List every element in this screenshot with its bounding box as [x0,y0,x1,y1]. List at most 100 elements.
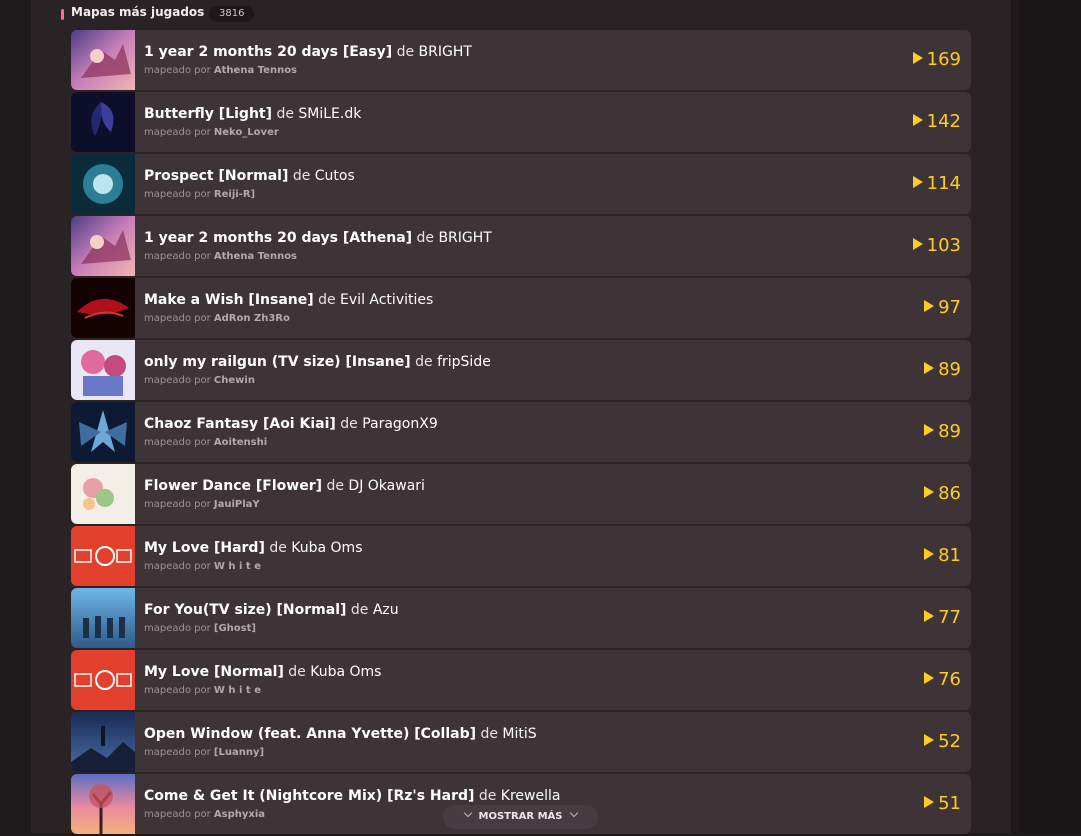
play-count-value: 52 [938,731,961,752]
beatmap-cover-image[interactable] [71,774,135,834]
beatmap-title[interactable]: My Love [Normal] [144,664,284,680]
beatmap-mapper-line: mapeado por W h i t e [144,561,261,572]
play-count-value: 76 [938,669,961,690]
mapper-prefix: mapeado por [144,189,211,200]
beatmap-cover-image[interactable] [71,712,135,772]
beatmap-mapper-line: mapeado por JauiPlaY [144,499,260,510]
artist-separator: de [478,788,497,804]
beatmap-artist: fripSide [437,354,491,370]
artist-separator: de [276,106,294,122]
beatmap-cover-image[interactable] [71,464,135,524]
beatmap-title-line[interactable]: Chaoz Fantasy [Aoi Kiai] de ParagonX9 [144,416,438,432]
beatmap-row[interactable]: 1 year 2 months 20 days [Athena] de BRIG… [71,216,971,276]
mapper-name[interactable]: Neko_Lover [214,127,279,138]
play-icon [912,52,923,64]
beatmap-title[interactable]: Butterfly [Light] [144,106,272,122]
beatmap-cover-image[interactable] [71,650,135,710]
beatmap-cover-image[interactable] [71,154,135,214]
beatmap-row[interactable]: only my railgun (TV size) [Insane] de fr… [71,340,971,400]
beatmap-row[interactable]: Make a Wish [Insane] de Evil Activities … [71,278,971,338]
beatmap-row[interactable]: Prospect [Normal] de Cutos mapeado por R… [71,154,971,214]
mapper-prefix: mapeado por [144,127,211,138]
artist-separator: de [288,664,306,680]
beatmap-cover-image[interactable] [71,402,135,462]
beatmap-title[interactable]: Chaoz Fantasy [Aoi Kiai] [144,416,336,432]
beatmap-title[interactable]: My Love [Hard] [144,540,265,556]
play-count-value: 77 [938,607,961,628]
play-count: 89 [924,359,961,381]
beatmap-mapper-line: mapeado por Aoitenshi [144,437,267,448]
beatmap-row[interactable]: Butterfly [Light] de SMiLE.dk mapeado po… [71,92,971,152]
beatmap-row[interactable]: My Love [Normal] de Kuba Oms mapeado por… [71,650,971,710]
mapper-name[interactable]: Athena Tennos [214,251,297,262]
mapper-name[interactable]: Athena Tennos [214,65,297,76]
play-count-value: 81 [938,545,961,566]
beatmap-mapper-line: mapeado por Athena Tennos [144,65,297,76]
beatmap-cover-image[interactable] [71,278,135,338]
beatmap-title-line[interactable]: For You(TV size) [Normal] de Azu [144,602,399,618]
beatmap-title-line[interactable]: Flower Dance [Flower] de DJ Okawari [144,478,425,494]
play-icon [924,610,935,622]
mapper-prefix: mapeado por [144,437,211,448]
play-count-value: 169 [926,49,961,70]
show-more-button[interactable]: MOSTRAR MÁS [443,805,598,829]
beatmap-row[interactable]: My Love [Hard] de Kuba Oms mapeado por W… [71,526,971,586]
beatmap-title-line[interactable]: only my railgun (TV size) [Insane] de fr… [144,354,491,370]
beatmap-title-line[interactable]: Prospect [Normal] de Cutos [144,168,355,184]
beatmap-artist: BRIGHT [438,230,492,246]
mapper-name[interactable]: Reiji-R] [214,189,255,200]
beatmap-title[interactable]: For You(TV size) [Normal] [144,602,346,618]
beatmap-cover-image[interactable] [71,588,135,648]
beatmap-title-line[interactable]: Butterfly [Light] de SMiLE.dk [144,106,361,122]
beatmap-title-line[interactable]: My Love [Hard] de Kuba Oms [144,540,363,556]
beatmap-row[interactable]: For You(TV size) [Normal] de Azu mapeado… [71,588,971,648]
beatmap-cover-image[interactable] [71,216,135,276]
beatmap-mapper-line: mapeado por [Luanny] [144,747,264,758]
mapper-name[interactable]: AdRon Zh3Ro [214,313,290,324]
beatmap-title[interactable]: Prospect [Normal] [144,168,288,184]
beatmap-cover-image[interactable] [71,526,135,586]
beatmap-title-line[interactable]: 1 year 2 months 20 days [Easy] de BRIGHT [144,44,472,60]
show-more-label: MOSTRAR MÁS [478,811,563,822]
mapper-name[interactable]: Asphyxia [214,809,265,820]
beatmap-mapper-line: mapeado por [Ghost] [144,623,256,634]
beatmap-title[interactable]: Make a Wish [Insane] [144,292,314,308]
beatmap-title[interactable]: 1 year 2 months 20 days [Athena] [144,230,412,246]
beatmap-title[interactable]: only my railgun (TV size) [Insane] [144,354,411,370]
beatmap-title-line[interactable]: 1 year 2 months 20 days [Athena] de BRIG… [144,230,492,246]
beatmap-row[interactable]: Open Window (feat. Anna Yvette) [Collab]… [71,712,971,772]
play-count-value: 114 [926,173,961,194]
beatmap-row[interactable]: Chaoz Fantasy [Aoi Kiai] de ParagonX9 ma… [71,402,971,462]
beatmap-artist: Azu [372,602,399,618]
artist-separator: de [292,168,311,184]
mapper-name[interactable]: Aoitenshi [214,437,267,448]
beatmap-row[interactable]: 1 year 2 months 20 days [Easy] de BRIGHT… [71,30,971,90]
beatmap-title-line[interactable]: Make a Wish [Insane] de Evil Activities [144,292,433,308]
beatmap-cover-image[interactable] [71,92,135,152]
beatmap-title[interactable]: Come & Get It (Nightcore Mix) [Rz's Hard… [144,788,474,804]
beatmap-mapper-line: mapeado por Reiji-R] [144,189,255,200]
beatmap-cover-image[interactable] [71,340,135,400]
beatmap-row[interactable]: Flower Dance [Flower] de DJ Okawari mape… [71,464,971,524]
play-icon [924,548,935,560]
mapper-name[interactable]: JauiPlaY [214,499,260,510]
section-header: Mapas más jugados 3816 [31,0,1011,28]
mapper-name[interactable]: Chewin [214,375,255,386]
play-icon [924,796,935,808]
mapper-name[interactable]: W h i t e [214,685,261,696]
beatmap-artist: SMiLE.dk [298,106,362,122]
beatmap-cover-image[interactable] [71,30,135,90]
beatmap-artist: Krewella [500,788,561,804]
play-count: 103 [912,235,961,257]
mapper-name[interactable]: W h i t e [214,561,261,572]
beatmap-title-line[interactable]: Come & Get It (Nightcore Mix) [Rz's Hard… [144,788,560,804]
beatmap-title[interactable]: Open Window (feat. Anna Yvette) [Collab] [144,726,476,742]
beatmap-title-line[interactable]: My Love [Normal] de Kuba Oms [144,664,381,680]
mapper-name[interactable]: [Luanny] [214,747,264,758]
play-icon [912,176,923,188]
mapper-name[interactable]: [Ghost] [214,623,256,634]
beatmap-title[interactable]: 1 year 2 months 20 days [Easy] [144,44,392,60]
beatmap-title[interactable]: Flower Dance [Flower] [144,478,322,494]
beatmap-title-line[interactable]: Open Window (feat. Anna Yvette) [Collab]… [144,726,537,742]
mapper-prefix: mapeado por [144,623,211,634]
